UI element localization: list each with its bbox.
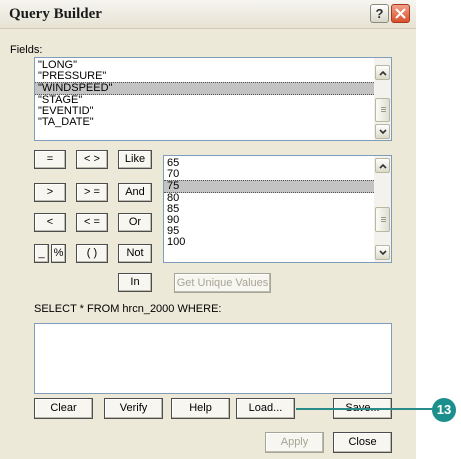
list-item[interactable]: "PRESSURE" — [35, 71, 374, 82]
window-title: Query Builder — [9, 6, 102, 22]
load-button[interactable]: Load... — [236, 398, 295, 419]
list-item[interactable]: 85 — [164, 204, 374, 215]
values-scrollbar[interactable] — [374, 156, 391, 262]
list-item[interactable]: 70 — [164, 169, 374, 180]
list-item[interactable]: 95 — [164, 226, 374, 237]
scroll-down-button[interactable] — [375, 124, 390, 139]
greater-than-button[interactable]: > — [34, 183, 66, 202]
close-window-button[interactable] — [391, 4, 410, 23]
list-item[interactable]: 100 — [164, 237, 374, 248]
like-button[interactable]: Like — [118, 150, 152, 169]
title-bar: Query Builder ? — [0, 0, 416, 29]
help-dialog-button[interactable]: Help — [171, 398, 230, 419]
in-button[interactable]: In — [118, 273, 152, 292]
less-equal-button[interactable]: < = — [76, 213, 108, 232]
close-icon — [395, 8, 406, 19]
parentheses-button[interactable]: ( ) — [76, 244, 108, 263]
list-item[interactable]: 65 — [164, 158, 374, 169]
and-button[interactable]: And — [118, 183, 152, 202]
callout-leader-line — [296, 408, 434, 410]
or-button[interactable]: Or — [118, 213, 152, 232]
fields-list[interactable]: "LONG" "PRESSURE" "WINDSPEED" "STAGE" "E… — [34, 57, 392, 141]
list-item[interactable]: 90 — [164, 215, 374, 226]
callout-number-badge: 13 — [432, 398, 456, 422]
underscore-wildcard-button[interactable]: _ — [34, 244, 49, 263]
verify-button[interactable]: Verify — [104, 398, 163, 419]
not-equal-button[interactable]: < > — [76, 150, 108, 169]
query-label: SELECT * FROM hrcn_2000 WHERE: — [34, 303, 222, 315]
fields-label: Fields: — [10, 44, 43, 56]
close-button[interactable]: Close — [333, 432, 392, 453]
scroll-thumb[interactable] — [375, 98, 390, 122]
list-item-selected[interactable]: "WINDSPEED" — [35, 82, 374, 95]
get-unique-values-button[interactable]: Get Unique Values — [174, 273, 271, 293]
fields-scrollbar[interactable] — [374, 58, 391, 140]
chevron-up-icon — [379, 163, 387, 169]
question-mark-icon: ? — [375, 6, 384, 21]
scroll-thumb[interactable] — [375, 207, 390, 232]
scroll-down-button[interactable] — [375, 245, 390, 260]
chevron-up-icon — [379, 70, 387, 76]
percent-wildcard-button[interactable]: % — [51, 244, 66, 263]
scroll-up-button[interactable] — [375, 65, 390, 80]
clear-button[interactable]: Clear — [34, 398, 93, 419]
list-item-selected[interactable]: 75 — [164, 180, 374, 193]
unique-values-list[interactable]: 65 70 75 80 85 90 95 100 — [163, 155, 392, 263]
chevron-down-icon — [379, 129, 387, 135]
help-button[interactable]: ? — [370, 4, 389, 23]
apply-button[interactable]: Apply — [265, 432, 324, 453]
query-expression-input[interactable] — [34, 323, 392, 394]
query-builder-dialog: Query Builder ? Fields: "LONG" "PRESSURE… — [0, 0, 416, 459]
greater-equal-button[interactable]: > = — [76, 183, 108, 202]
not-button[interactable]: Not — [118, 244, 152, 263]
list-item[interactable]: 80 — [164, 193, 374, 204]
equals-button[interactable]: = — [34, 150, 66, 169]
less-than-button[interactable]: < — [34, 213, 66, 232]
chevron-down-icon — [379, 250, 387, 256]
scroll-up-button[interactable] — [375, 158, 390, 173]
list-item[interactable]: "TA_DATE" — [35, 117, 374, 128]
